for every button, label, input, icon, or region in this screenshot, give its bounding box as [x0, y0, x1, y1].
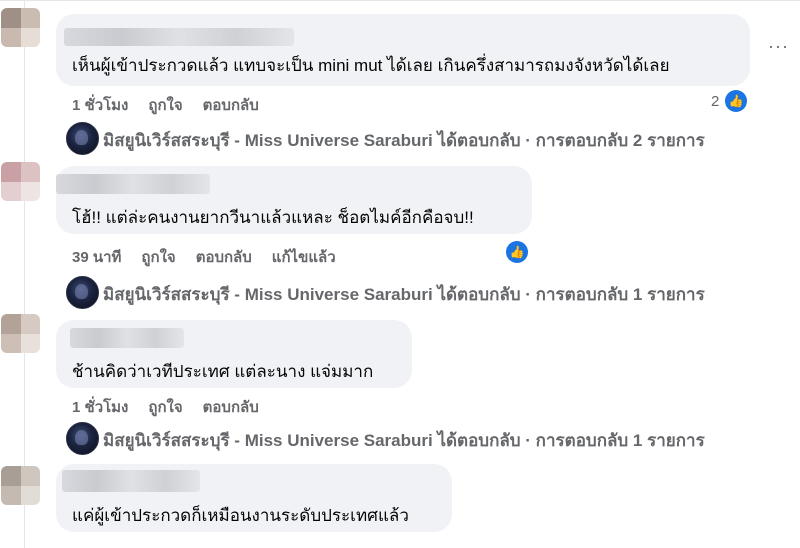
- comment-actions: 1 ชั่วโมง ถูกใจ ตอบกลับ: [72, 395, 279, 419]
- comment-text: แค่ผู้เข้าประกวดก็เหมือนงานระดับประเทศแล…: [72, 506, 409, 525]
- comment-time[interactable]: 39 นาที: [72, 245, 121, 269]
- more-options-icon[interactable]: ···: [768, 36, 789, 57]
- like-reaction-icon[interactable]: 👍: [506, 241, 528, 263]
- comment-actions: 39 นาที ถูกใจ ตอบกลับ แก้ไขแล้ว: [72, 245, 356, 269]
- like-button[interactable]: ถูกใจ: [148, 395, 182, 419]
- reaction-count[interactable]: 2: [711, 93, 719, 110]
- like-reaction-icon[interactable]: 👍: [725, 90, 747, 112]
- like-button[interactable]: ถูกใจ: [148, 93, 182, 117]
- commenter-name-blurred[interactable]: [62, 470, 200, 492]
- comment-text: เห็นผู้เข้าประกวดแล้ว แทบจะเป็น mini mut…: [72, 56, 670, 75]
- commenter-name-blurred[interactable]: [64, 28, 294, 46]
- comment-bubble: ช้านคิดว่าเวทีประเทศ แต่ละนาง แจ่มมาก: [56, 320, 412, 388]
- reply-button[interactable]: ตอบกลับ: [196, 245, 252, 269]
- comment-time[interactable]: 1 ชั่วโมง: [72, 93, 128, 117]
- reply-button[interactable]: ตอบกลับ: [203, 93, 259, 117]
- commenter-avatar[interactable]: [1, 8, 40, 47]
- comment-text: ช้านคิดว่าเวทีประเทศ แต่ละนาง แจ่มมาก: [72, 362, 374, 381]
- commenter-avatar[interactable]: [1, 466, 40, 505]
- comment-bubble: เห็นผู้เข้าประกวดแล้ว แทบจะเป็น mini mut…: [56, 14, 750, 86]
- like-button[interactable]: ถูกใจ: [141, 245, 175, 269]
- commenter-avatar[interactable]: [1, 162, 40, 201]
- commenter-name-blurred[interactable]: [56, 174, 210, 194]
- commenter-avatar[interactable]: [1, 314, 40, 353]
- reply-summary: มิสยูนิเวิร์สสระบุรี - Miss Universe Sar…: [103, 285, 705, 304]
- page-avatar: [66, 122, 99, 155]
- edited-label[interactable]: แก้ไขแล้ว: [272, 245, 336, 269]
- comment-bubble: โฮ้!! แต่ล่ะคนงานยากวีนาแล้วแหละ ช็อตไมค…: [56, 166, 532, 234]
- page-avatar: [66, 422, 99, 455]
- comment-actions: 1 ชั่วโมง ถูกใจ ตอบกลับ: [72, 93, 279, 117]
- commenter-name-blurred[interactable]: [70, 328, 184, 348]
- reply-summary: มิสยูนิเวิร์สสระบุรี - Miss Universe Sar…: [103, 131, 705, 150]
- comment-time[interactable]: 1 ชั่วโมง: [72, 395, 128, 419]
- top-divider: [0, 0, 800, 1]
- reply-button[interactable]: ตอบกลับ: [203, 395, 259, 419]
- comment-text: โฮ้!! แต่ล่ะคนงานยากวีนาแล้วแหละ ช็อตไมค…: [72, 208, 474, 227]
- page-avatar: [66, 276, 99, 309]
- reply-summary: มิสยูนิเวิร์สสระบุรี - Miss Universe Sar…: [103, 431, 705, 450]
- comment-bubble: แค่ผู้เข้าประกวดก็เหมือนงานระดับประเทศแล…: [56, 464, 452, 532]
